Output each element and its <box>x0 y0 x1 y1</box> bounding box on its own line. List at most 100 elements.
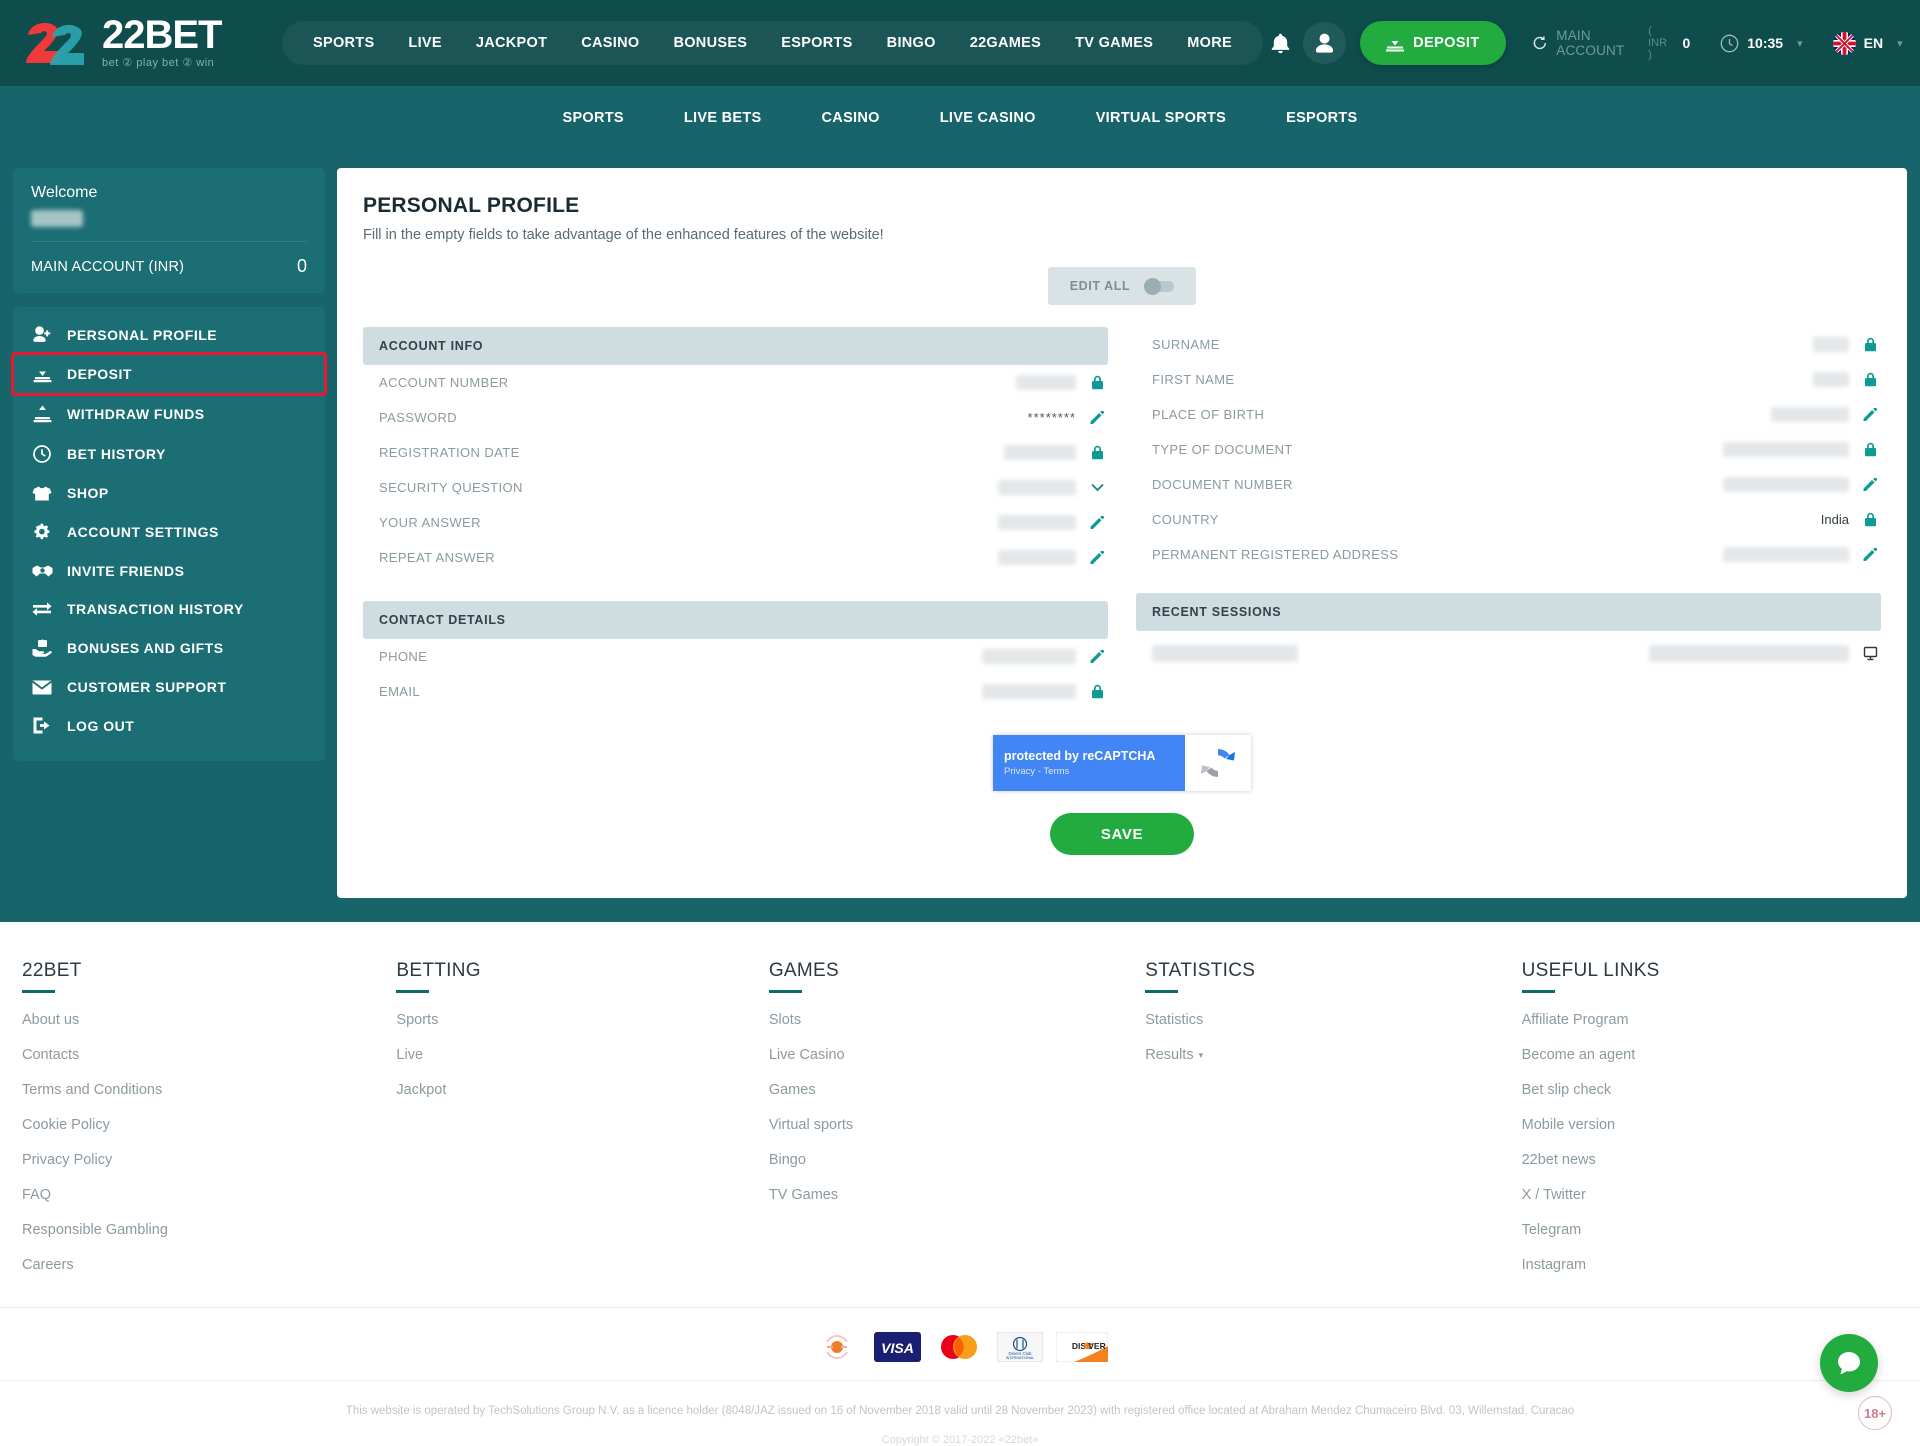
nav-item-bingo[interactable]: BINGO <box>870 35 953 51</box>
field-place-of-birth: PLACE OF BIRTH <box>1136 397 1881 432</box>
deposit-button[interactable]: DEPOSIT <box>1360 21 1506 65</box>
footer-link-live[interactable]: Live <box>396 1047 768 1063</box>
gift-hand-icon <box>31 639 53 657</box>
footer-link-become-an-agent[interactable]: Become an agent <box>1522 1047 1898 1063</box>
edit-pencil-icon-document-number[interactable] <box>1861 477 1879 492</box>
footer-link-privacy-policy[interactable]: Privacy Policy <box>22 1152 396 1168</box>
user-add-icon <box>31 326 53 343</box>
footer-link-jackpot[interactable]: Jackpot <box>396 1082 768 1098</box>
time-selector[interactable]: 10:35 ▾ <box>1720 34 1803 53</box>
edit-pencil-icon-place-of-birth[interactable] <box>1861 407 1879 422</box>
footer-heading-statistics: STATISTICS <box>1145 960 1256 981</box>
nav-item-bonuses[interactable]: BONUSES <box>656 35 764 51</box>
sidebar-item-withdraw-funds[interactable]: WITHDRAW FUNDS <box>13 394 325 434</box>
edit-pencil-icon-repeat-answer[interactable] <box>1088 550 1106 565</box>
footer-link-affiliate-program[interactable]: Affiliate Program <box>1522 1012 1898 1028</box>
footer-link-sports[interactable]: Sports <box>396 1012 768 1028</box>
footer-link-terms-and-conditions[interactable]: Terms and Conditions <box>22 1082 396 1098</box>
nav-item-casino[interactable]: CASINO <box>564 35 656 51</box>
edit-pencil-icon-address[interactable] <box>1861 547 1879 562</box>
field-repeat-answer: REPEAT ANSWER <box>363 540 1108 575</box>
recaptcha-links[interactable]: Privacy - Terms <box>1004 766 1174 777</box>
nav-item-esports[interactable]: ESPORTS <box>764 35 869 51</box>
paysafe-icon <box>813 1332 861 1362</box>
footer-link-virtual-sports[interactable]: Virtual sports <box>769 1117 1145 1133</box>
nav-item-jackpot[interactable]: JACKPOT <box>459 35 564 51</box>
subnav-item-casino[interactable]: CASINO <box>792 110 910 126</box>
deposit-icon <box>1386 34 1405 52</box>
field-security-question: SECURITY QUESTION <box>363 470 1108 505</box>
subnav-item-esports[interactable]: ESPORTS <box>1256 110 1387 126</box>
sidebar-item-log-out[interactable]: LOG OUT <box>13 706 325 745</box>
footer-link-statistics[interactable]: Statistics <box>1145 1012 1521 1028</box>
edit-all-row: EDIT ALL <box>363 267 1881 305</box>
field-value-email <box>982 684 1076 699</box>
edit-all-toggle[interactable]: EDIT ALL <box>1047 267 1197 305</box>
edit-pencil-icon[interactable] <box>1088 410 1106 425</box>
account-selector[interactable]: MAIN ACCOUNT ( INR ) 0 <box>1532 25 1690 61</box>
user-icon[interactable] <box>1303 22 1347 64</box>
sidebar-item-account-settings[interactable]: ACCOUNT SETTINGS <box>13 512 325 552</box>
sidebar-item-shop[interactable]: SHOP <box>13 474 325 512</box>
chevron-down-icon-security[interactable] <box>1088 483 1106 492</box>
footer-link-slots[interactable]: Slots <box>769 1012 1145 1028</box>
sidebar-item-deposit[interactable]: DEPOSIT <box>11 352 327 396</box>
footer-link-faq[interactable]: FAQ <box>22 1187 396 1203</box>
subnav-item-virtual-sports[interactable]: VIRTUAL SPORTS <box>1066 110 1256 126</box>
footer-link-results-label: Results <box>1145 1047 1194 1063</box>
footer-link-about-us[interactable]: About us <box>22 1012 396 1028</box>
subnav-item-sports[interactable]: SPORTS <box>532 110 653 126</box>
chevron-down-icon[interactable]: ▾ <box>1797 37 1803 50</box>
personal-data-fields: SURNAME FIRST NAME PLACE OF BIRTH TYPE O… <box>1136 327 1881 572</box>
footer-link-bingo[interactable]: Bingo <box>769 1152 1145 1168</box>
page-body: Welcome MAIN ACCOUNT (INR) 0 PERSONAL PR… <box>0 150 1920 922</box>
footer-link-instagram[interactable]: Instagram <box>1522 1257 1898 1273</box>
sidebar-item-personal-profile[interactable]: PERSONAL PROFILE <box>13 315 325 354</box>
sidebar-label-account-settings: ACCOUNT SETTINGS <box>67 524 219 540</box>
footer-link-results[interactable]: Results ▾ <box>1145 1047 1521 1063</box>
footer-link-games[interactable]: Games <box>769 1082 1145 1098</box>
footer-heading-22bet: 22BET <box>22 960 82 981</box>
footer-heading-betting: BETTING <box>396 960 481 981</box>
recaptcha-title: protected by reCAPTCHA <box>1004 749 1156 763</box>
subnav-item-live-bets[interactable]: LIVE BETS <box>654 110 792 126</box>
subnav-item-live-casino[interactable]: LIVE CASINO <box>910 110 1066 126</box>
sidebar-item-customer-support[interactable]: CUSTOMER SUPPORT <box>13 668 325 706</box>
footer-link-cookie-policy[interactable]: Cookie Policy <box>22 1117 396 1133</box>
nav-item-live[interactable]: LIVE <box>391 35 458 51</box>
footer-link-responsible-gambling[interactable]: Responsible Gambling <box>22 1222 396 1238</box>
language-selector[interactable]: EN ▾ <box>1832 31 1903 55</box>
nav-item-tvgames[interactable]: TV GAMES <box>1058 35 1170 51</box>
footer-heading-useful-links: USEFUL LINKS <box>1521 960 1660 981</box>
edit-pencil-icon-your-answer[interactable] <box>1088 515 1106 530</box>
footer-link-bet-slip-check[interactable]: Bet slip check <box>1522 1082 1898 1098</box>
nav-item-more[interactable]: MORE <box>1170 35 1249 51</box>
chat-button[interactable] <box>1820 1334 1878 1392</box>
current-time: 10:35 <box>1747 35 1784 51</box>
edit-pencil-icon-phone[interactable] <box>1088 649 1106 664</box>
sidebar-item-bet-history[interactable]: BET HISTORY <box>13 434 325 474</box>
nav-item-22games[interactable]: 22GAMES <box>953 35 1058 51</box>
nav-item-sports[interactable]: SPORTS <box>296 35 391 51</box>
sidebar-item-transaction-history[interactable]: TRANSACTION HISTORY <box>13 590 325 628</box>
footer-link-telegram[interactable]: Telegram <box>1522 1222 1898 1238</box>
sidebar-item-bonuses-and-gifts[interactable]: BONUSES AND GIFTS <box>13 628 325 668</box>
sidebar-account-row[interactable]: MAIN ACCOUNT (INR) 0 <box>31 241 307 293</box>
footer-link-live-casino[interactable]: Live Casino <box>769 1047 1145 1063</box>
sidebar-item-invite-friends[interactable]: INVITE FRIENDS <box>13 552 325 590</box>
copyright-text: Copyright © 2017-2022 «22bet» <box>881 1434 1039 1446</box>
edit-all-switch[interactable] <box>1144 277 1175 295</box>
chevron-down-icon-lang[interactable]: ▾ <box>1897 37 1903 50</box>
footer-link-mobile-version[interactable]: Mobile version <box>1522 1117 1898 1133</box>
brand-logo[interactable]: 22BET bet ② play bet ② win <box>22 13 272 73</box>
footer-link-x-twitter[interactable]: X / Twitter <box>1522 1187 1898 1203</box>
save-button[interactable]: SAVE <box>1050 813 1194 855</box>
field-label-repeat-answer: REPEAT ANSWER <box>379 550 495 565</box>
bell-icon[interactable] <box>1263 22 1298 64</box>
footer-link-careers[interactable]: Careers <box>22 1257 396 1273</box>
footer-link-contacts[interactable]: Contacts <box>22 1047 396 1063</box>
recaptcha-badge[interactable]: protected by reCAPTCHA Privacy - Terms <box>993 735 1251 791</box>
footer-link-tv-games[interactable]: TV Games <box>769 1187 1145 1203</box>
lock-icon-surname <box>1861 337 1879 352</box>
footer-link-22bet-news[interactable]: 22bet news <box>1522 1152 1898 1168</box>
